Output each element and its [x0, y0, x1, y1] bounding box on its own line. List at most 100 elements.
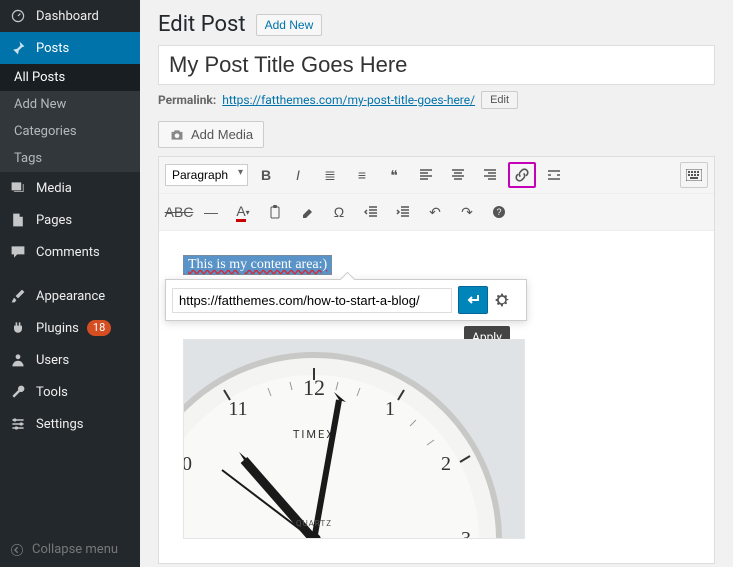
redo-button[interactable]: ↷: [453, 199, 481, 225]
collapse-icon: [10, 543, 24, 557]
eraser-icon: [300, 205, 314, 219]
special-char-button[interactable]: Ω: [325, 199, 353, 225]
sidebar-label: Posts: [36, 41, 69, 56]
permalink-url[interactable]: https://fatthemes.com/my-post-title-goes…: [222, 93, 475, 107]
svg-text:3: 3: [461, 528, 471, 539]
brush-icon: [10, 288, 28, 304]
link-popup: Apply: [165, 279, 527, 321]
outdent-icon: [364, 205, 378, 219]
read-more-button[interactable]: [540, 162, 568, 188]
sidebar-item-settings[interactable]: Settings: [0, 408, 140, 440]
editor-content[interactable]: This is my content area:) Apply: [159, 231, 714, 563]
sidebar-item-plugins[interactable]: Plugins 18: [0, 312, 140, 344]
collapse-label: Collapse menu: [32, 542, 118, 557]
text-color-button[interactable]: A ▾: [229, 199, 257, 225]
list-ol-icon: ≡: [358, 167, 366, 183]
list-ul-icon: ≣: [324, 167, 336, 184]
enter-icon: [465, 293, 481, 307]
svg-text:2: 2: [441, 453, 451, 475]
media-icon: [10, 180, 28, 196]
indent-icon: [396, 205, 410, 219]
keyboard-icon: [686, 169, 702, 181]
align-right-button[interactable]: [476, 162, 504, 188]
align-left-icon: [419, 168, 433, 182]
align-right-icon: [483, 168, 497, 182]
sidebar-label: Settings: [36, 417, 83, 432]
quote-button[interactable]: ❝: [380, 162, 408, 188]
svg-text:10: 10: [184, 453, 192, 475]
add-media-label: Add Media: [191, 127, 253, 142]
plugins-badge: 18: [87, 320, 111, 336]
sidebar-label: Appearance: [36, 289, 105, 304]
align-left-button[interactable]: [412, 162, 440, 188]
numbered-list-button[interactable]: ≡: [348, 162, 376, 188]
permalink-edit-button[interactable]: Edit: [481, 91, 518, 109]
sidebar-label: Users: [36, 353, 69, 368]
strikethrough-button[interactable]: ABC: [165, 199, 193, 225]
clear-format-button[interactable]: [293, 199, 321, 225]
insert-link-button[interactable]: [508, 162, 536, 188]
sidebar-item-appearance[interactable]: Appearance: [0, 280, 140, 312]
post-title-input[interactable]: [158, 45, 715, 85]
posts-submenu: All Posts Add New Categories Tags: [0, 64, 140, 172]
outdent-button[interactable]: [357, 199, 385, 225]
selected-text[interactable]: This is my content area:): [183, 255, 332, 275]
italic-button[interactable]: I: [284, 162, 312, 188]
toolbar-row-2: ABC — A ▾ Ω ↶ ↷ ?: [159, 194, 714, 231]
permalink-label: Permalink:: [158, 93, 216, 107]
link-settings-button[interactable]: [494, 287, 520, 313]
clipboard-icon: [268, 205, 282, 219]
clock-sub-text: QUARTZ: [296, 519, 332, 528]
paste-text-button[interactable]: [261, 199, 289, 225]
submenu-all-posts[interactable]: All Posts: [0, 64, 140, 91]
hr-button[interactable]: —: [197, 199, 225, 225]
sidebar-label: Dashboard: [36, 9, 99, 24]
more-icon: [547, 168, 561, 182]
sliders-icon: [10, 416, 28, 432]
sidebar-item-tools[interactable]: Tools: [0, 376, 140, 408]
sidebar-label: Pages: [36, 213, 72, 228]
help-button[interactable]: ?: [485, 199, 513, 225]
add-new-button[interactable]: Add New: [256, 14, 323, 36]
sidebar-label: Tools: [36, 385, 68, 400]
bullet-list-button[interactable]: ≣: [316, 162, 344, 188]
submenu-categories[interactable]: Categories: [0, 118, 140, 145]
sidebar-item-media[interactable]: Media: [0, 172, 140, 204]
align-center-button[interactable]: [444, 162, 472, 188]
apply-link-button[interactable]: [458, 286, 488, 314]
pin-icon: [10, 40, 28, 56]
camera-icon: [169, 128, 185, 142]
add-media-button[interactable]: Add Media: [158, 121, 264, 148]
link-icon: [514, 167, 530, 183]
clock-brand-text: TIMEX: [293, 428, 335, 441]
sidebar-item-pages[interactable]: Pages: [0, 204, 140, 236]
sidebar-item-users[interactable]: Users: [0, 344, 140, 376]
svg-text:11: 11: [228, 398, 247, 420]
bold-button[interactable]: B: [252, 162, 280, 188]
submenu-tags[interactable]: Tags: [0, 145, 140, 172]
redo-icon: ↷: [461, 204, 473, 221]
collapse-menu[interactable]: Collapse menu: [0, 532, 140, 567]
sidebar-label: Comments: [36, 245, 100, 260]
quote-icon: ❝: [390, 167, 398, 184]
sidebar-item-comments[interactable]: Comments: [0, 236, 140, 268]
wrench-icon: [10, 384, 28, 400]
undo-button[interactable]: ↶: [421, 199, 449, 225]
main-content: Edit Post Add New Permalink: https://fat…: [140, 0, 733, 567]
comment-icon: [10, 244, 28, 260]
toolbar-row-1: Paragraph B I ≣ ≡ ❝: [159, 157, 714, 194]
link-url-input[interactable]: [172, 288, 452, 313]
indent-button[interactable]: [389, 199, 417, 225]
editor-container: Paragraph B I ≣ ≡ ❝ ABC — A ▾: [158, 156, 715, 564]
format-select[interactable]: Paragraph: [165, 164, 248, 186]
permalink-row: Permalink: https://fatthemes.com/my-post…: [158, 91, 715, 109]
svg-text:?: ?: [496, 207, 501, 217]
clock-image[interactable]: 12 1 2 11 10 3 TIMEX: [183, 339, 525, 539]
toolbar-toggle-button[interactable]: [680, 162, 708, 188]
svg-text:1: 1: [385, 398, 395, 420]
sidebar-item-dashboard[interactable]: Dashboard: [0, 0, 140, 32]
sidebar-label: Media: [36, 181, 72, 196]
sidebar-item-posts[interactable]: Posts: [0, 32, 140, 64]
submenu-add-new[interactable]: Add New: [0, 91, 140, 118]
undo-icon: ↶: [429, 204, 441, 221]
